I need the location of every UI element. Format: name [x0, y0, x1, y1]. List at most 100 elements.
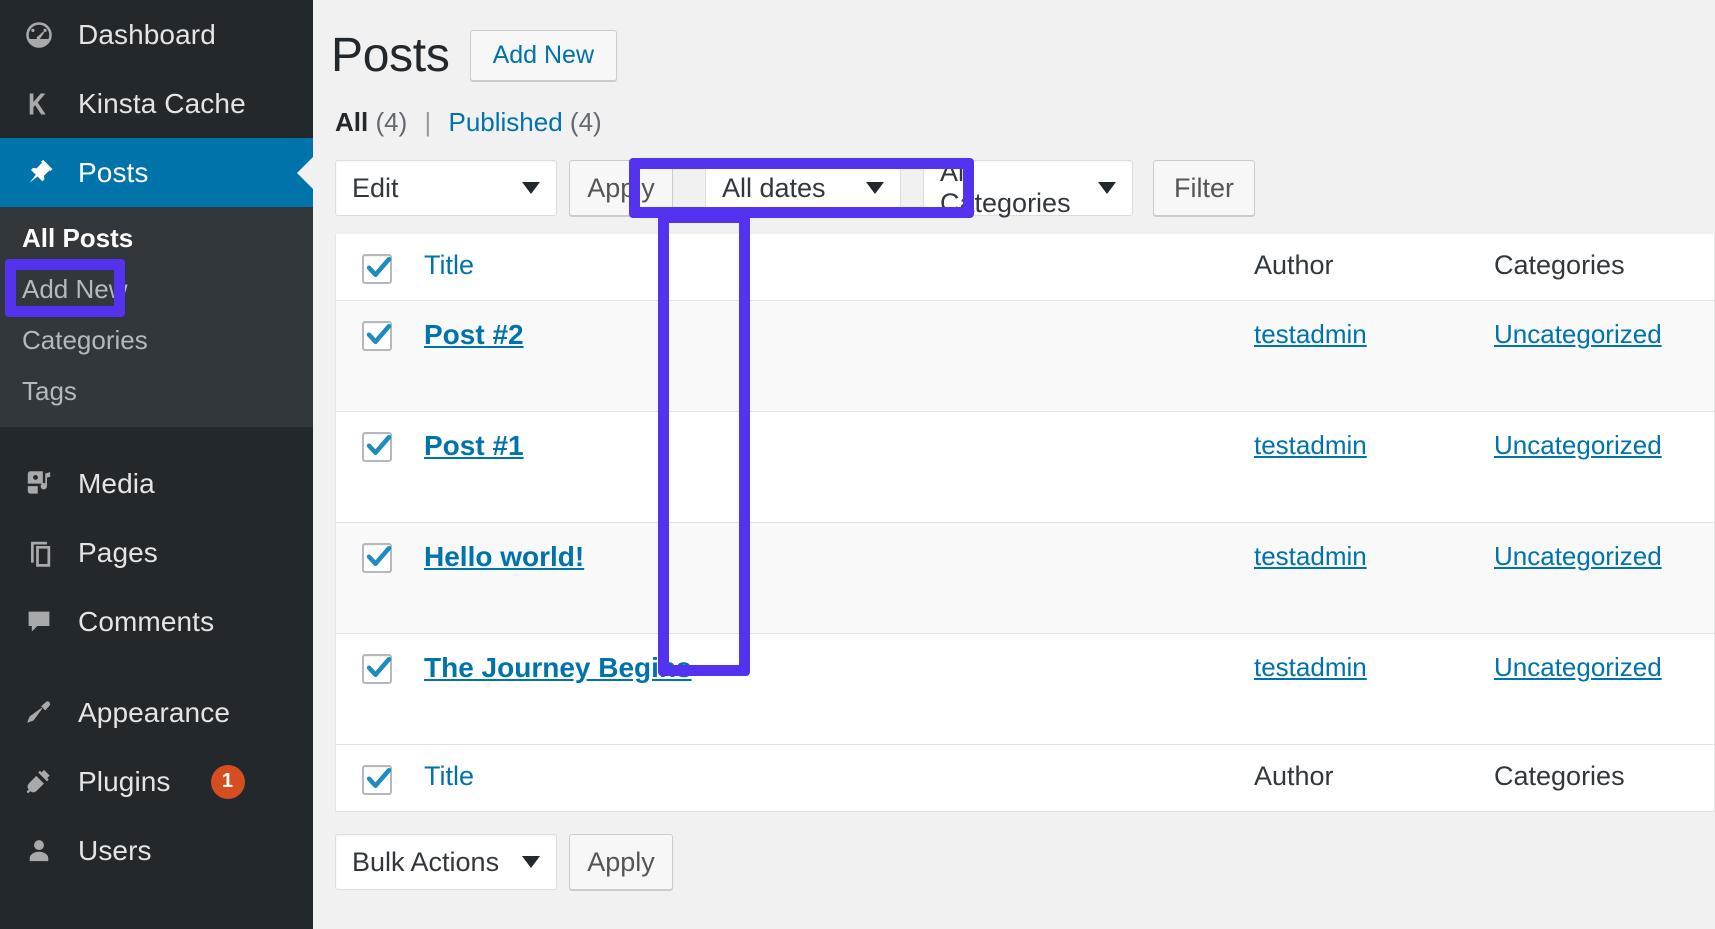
column-header-categories-cell: Categories — [1494, 234, 1714, 281]
sidebar-subitem-label: Tags — [22, 376, 77, 407]
bulk-actions-select-top[interactable]: Edit — [335, 160, 557, 216]
post-category-link[interactable]: Uncategorized — [1494, 541, 1662, 571]
sidebar-item-appearance[interactable]: Appearance — [0, 678, 313, 747]
row-categories-cell: Uncategorized — [1494, 634, 1714, 683]
bulk-actions-value: Edit — [352, 173, 399, 204]
tablenav-top: Edit Apply All dates All Categories Filt… — [313, 138, 1715, 216]
chevron-down-icon — [866, 182, 884, 194]
table-header-row: Title Author Categories — [336, 234, 1714, 301]
row-author-cell: testadmin — [1254, 523, 1494, 572]
sidebar-item-comments[interactable]: Comments — [0, 587, 313, 656]
chevron-down-icon — [522, 856, 540, 868]
dashboard-icon — [22, 18, 56, 52]
sidebar-item-add-new[interactable]: Add New — [0, 264, 313, 315]
row-checkbox[interactable] — [362, 654, 392, 684]
sidebar-separator-2 — [0, 656, 313, 678]
post-author-link[interactable]: testadmin — [1254, 652, 1367, 682]
view-separator: | — [424, 107, 431, 137]
post-title-link[interactable]: Hello world! — [424, 541, 584, 572]
sidebar-item-media[interactable]: Media — [0, 449, 313, 518]
table-row: Hello world! testadmin Uncategorized — [336, 523, 1714, 634]
current-menu-arrow-icon — [297, 156, 313, 190]
column-footer-author-cell: Author — [1254, 745, 1494, 792]
date-filter-select[interactable]: All dates — [705, 160, 901, 216]
row-categories-cell: Uncategorized — [1494, 412, 1714, 461]
column-footer-title: Title — [424, 761, 474, 791]
post-category-link[interactable]: Uncategorized — [1494, 652, 1662, 682]
page-header: Posts Add New — [313, 0, 1715, 81]
sidebar-item-kinsta-cache[interactable]: Kinsta Cache — [0, 69, 313, 138]
select-all-cell[interactable] — [336, 234, 418, 284]
sidebar-item-tags[interactable]: Tags — [0, 366, 313, 417]
view-link-all[interactable]: All — [335, 107, 368, 137]
select-all-checkbox[interactable] — [362, 254, 392, 284]
row-checkbox-cell[interactable] — [336, 412, 418, 462]
category-filter-value: All Categories — [940, 157, 1078, 219]
bulk-actions-value-bottom: Bulk Actions — [352, 847, 499, 878]
column-footer-title-cell[interactable]: Title — [418, 745, 1254, 792]
table-row: Post #2 testadmin Uncategorized — [336, 301, 1714, 412]
post-category-link[interactable]: Uncategorized — [1494, 430, 1662, 460]
view-count-published: (4) — [570, 107, 602, 137]
table-footer-row: Title Author Categories — [336, 745, 1714, 812]
row-categories-cell: Uncategorized — [1494, 301, 1714, 350]
row-checkbox-cell[interactable] — [336, 523, 418, 573]
sidebar-item-label: Users — [78, 835, 152, 867]
row-checkbox-cell[interactable] — [336, 301, 418, 351]
sidebar-item-label: Posts — [78, 157, 149, 189]
apply-button-bottom[interactable]: Apply — [569, 834, 673, 890]
column-footer-author: Author — [1254, 761, 1334, 791]
paintbrush-icon — [22, 696, 56, 730]
category-filter-select[interactable]: All Categories — [923, 160, 1133, 216]
column-header-author-cell: Author — [1254, 234, 1494, 281]
post-title-link[interactable]: Post #1 — [424, 430, 524, 461]
sidebar-item-posts[interactable]: Posts — [0, 138, 313, 207]
chevron-down-icon — [1098, 182, 1116, 194]
posts-submenu: All Posts Add New Categories Tags — [0, 207, 313, 427]
admin-sidebar: Dashboard Kinsta Cache Posts All Posts A… — [0, 0, 313, 929]
sidebar-item-plugins[interactable]: Plugins 1 — [0, 747, 313, 816]
post-title-link[interactable]: The Journey Begins — [424, 652, 692, 683]
sidebar-item-all-posts[interactable]: All Posts — [0, 213, 313, 264]
sidebar-item-label: Media — [78, 468, 155, 500]
column-footer-categories-cell: Categories — [1494, 745, 1714, 792]
row-checkbox[interactable] — [362, 321, 392, 351]
date-filter-value: All dates — [722, 173, 826, 204]
sidebar-subitem-label: Add New — [22, 274, 128, 305]
chevron-down-icon — [522, 182, 540, 194]
row-author-cell: testadmin — [1254, 301, 1494, 350]
post-author-link[interactable]: testadmin — [1254, 319, 1367, 349]
main-content: Posts Add New All (4) | Published (4) Ed… — [313, 0, 1715, 929]
view-link-published[interactable]: Published — [448, 107, 562, 137]
post-title-link[interactable]: Post #2 — [424, 319, 524, 350]
table-row: Post #1 testadmin Uncategorized — [336, 412, 1714, 523]
filter-button[interactable]: Filter — [1153, 160, 1255, 216]
column-footer-categories: Categories — [1494, 761, 1625, 791]
plug-icon — [22, 765, 56, 799]
sidebar-item-label: Appearance — [78, 697, 230, 729]
row-checkbox-cell[interactable] — [336, 634, 418, 684]
sidebar-item-dashboard[interactable]: Dashboard — [0, 0, 313, 69]
row-categories-cell: Uncategorized — [1494, 523, 1714, 572]
post-author-link[interactable]: testadmin — [1254, 541, 1367, 571]
row-checkbox[interactable] — [362, 432, 392, 462]
select-all-cell-bottom[interactable] — [336, 745, 418, 795]
apply-button-top[interactable]: Apply — [569, 160, 673, 216]
post-category-link[interactable]: Uncategorized — [1494, 319, 1662, 349]
pin-icon — [22, 156, 56, 190]
column-header-title: Title — [424, 250, 474, 280]
row-checkbox[interactable] — [362, 543, 392, 573]
plugins-update-badge: 1 — [211, 765, 245, 799]
tablenav-bottom: Bulk Actions Apply — [313, 812, 1715, 890]
sidebar-separator — [0, 427, 313, 449]
post-author-link[interactable]: testadmin — [1254, 430, 1367, 460]
sidebar-item-users[interactable]: Users — [0, 816, 313, 885]
row-title-cell: The Journey Begins — [418, 634, 1254, 684]
bulk-actions-select-bottom[interactable]: Bulk Actions — [335, 834, 557, 890]
add-new-button[interactable]: Add New — [470, 30, 617, 81]
sidebar-item-categories[interactable]: Categories — [0, 315, 313, 366]
column-header-title-cell[interactable]: Title — [418, 234, 1254, 281]
sidebar-item-pages[interactable]: Pages — [0, 518, 313, 587]
row-title-cell: Hello world! — [418, 523, 1254, 573]
select-all-checkbox-bottom[interactable] — [362, 765, 392, 795]
